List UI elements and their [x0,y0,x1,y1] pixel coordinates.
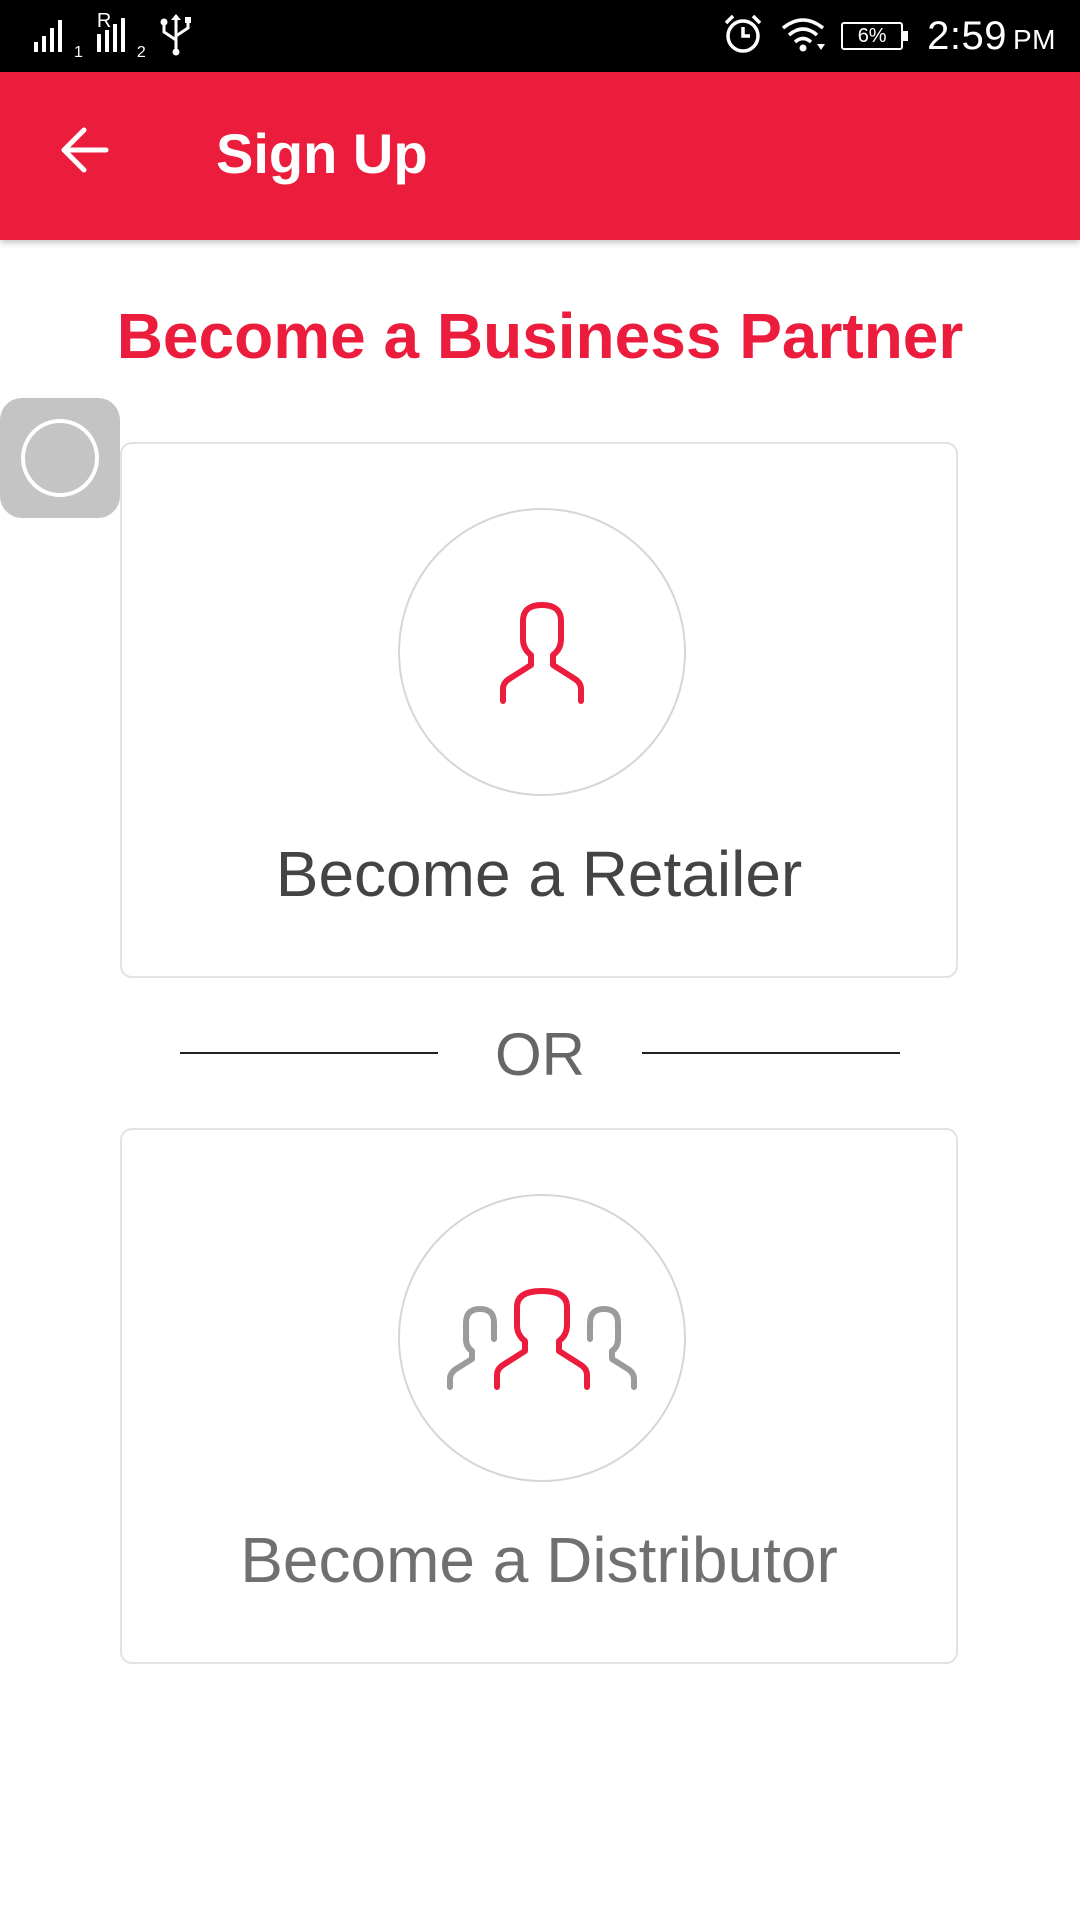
status-bar: 1 R 2 6% 2:59 PM [0,0,1080,72]
retailer-icon-circle [398,508,686,796]
floating-assistive-button[interactable] [0,398,120,518]
signal-icon [30,14,78,59]
clock-ampm: PM [1013,23,1056,55]
or-divider: OR [180,1020,900,1090]
clock: 2:59 PM [927,14,1056,59]
usb-icon [156,12,196,61]
clock-time: 2:59 [927,13,1007,58]
become-distributor-label: Become a Distributor [240,1524,838,1596]
become-distributor-card[interactable]: Become a Distributor [120,1128,958,1664]
become-retailer-card[interactable]: Become a Retailer [120,442,958,978]
wifi-icon [779,14,827,59]
or-text: OR [495,1021,585,1088]
battery-percent: 6% [857,24,887,47]
signal-roaming-icon: R [93,10,141,59]
app-bar-title: Sign Up [216,122,428,185]
distributor-icon-circle [398,1194,686,1482]
become-retailer-label: Become a Retailer [275,838,803,910]
app-bar: Sign Up [0,72,1080,240]
status-bar-right: 6% 2:59 PM [721,0,1056,72]
user-group-icon [442,1281,642,1396]
back-button[interactable] [44,112,124,192]
arrow-left-icon [56,122,112,183]
battery-icon: 6% [841,22,909,50]
sim1-label: 1 [74,44,83,61]
sign-up-screen: 1 R 2 6% 2:59 PM Sign Up Become a Busine… [0,0,1080,1920]
divider-line-right [642,1052,900,1054]
alarm-icon [721,12,765,61]
assistive-ring-icon [21,419,99,497]
single-user-icon [487,595,597,710]
roaming-label: R [96,9,112,32]
page-heading: Become a Business Partner [116,300,964,372]
status-bar-left: 1 R 2 [30,10,196,62]
